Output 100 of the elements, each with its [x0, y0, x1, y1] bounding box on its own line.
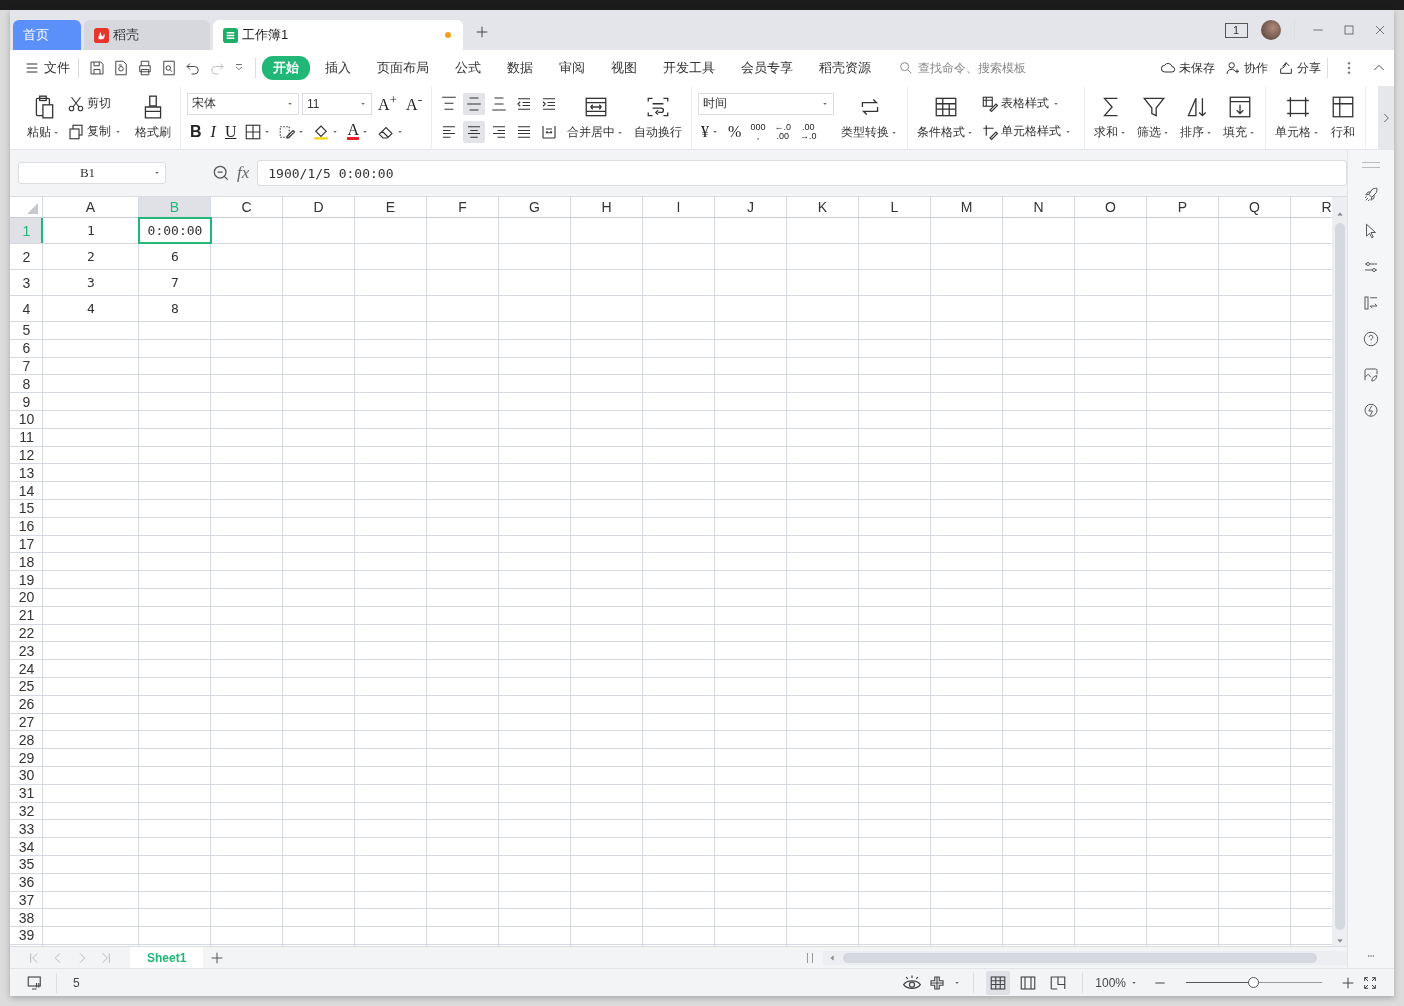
print-icon[interactable]	[136, 59, 154, 77]
row-header[interactable]: 36	[10, 873, 43, 891]
ribbon-button[interactable]: 剪切	[67, 94, 111, 113]
row-header[interactable]: 22	[10, 624, 43, 642]
ribbon-tab[interactable]: 公式	[444, 56, 492, 80]
row-header[interactable]: 10	[10, 411, 43, 428]
ribbon-button[interactable]: 条件格式	[914, 86, 978, 149]
format-button[interactable]: A$^{-}$	[403, 92, 426, 115]
column-header[interactable]: I	[643, 197, 715, 217]
column-header[interactable]: C	[211, 197, 283, 217]
column-header[interactable]: N	[1003, 197, 1075, 217]
ribbon-tab[interactable]: 稻壳资源	[808, 56, 882, 80]
row-header[interactable]: 2	[10, 244, 43, 269]
row-header[interactable]: 20	[10, 588, 43, 606]
macro-icon[interactable]	[26, 973, 44, 992]
row-header[interactable]: 16	[10, 517, 43, 535]
ribbon-button[interactable]: 合并居中	[564, 86, 628, 149]
row-header[interactable]: 24	[10, 660, 43, 677]
ribbon-tab[interactable]: 插入	[314, 56, 362, 80]
row-header[interactable]: 12	[10, 446, 43, 464]
row-header[interactable]: 21	[10, 606, 43, 624]
column-header[interactable]: K	[787, 197, 859, 217]
ribbon-button[interactable]: 单元格	[1272, 86, 1324, 149]
zoom-thumb[interactable]	[1248, 976, 1259, 988]
crosshair-icon[interactable]	[928, 973, 947, 992]
ribbon-tab[interactable]: 开发工具	[652, 56, 726, 80]
ribbon-tab[interactable]: 数据	[496, 56, 544, 80]
ribbon-button[interactable]: 排序	[1177, 86, 1217, 149]
row-header[interactable]: 27	[10, 713, 43, 731]
column-header[interactable]: G	[499, 197, 571, 217]
format-button[interactable]: %	[725, 120, 745, 143]
column-header[interactable]: M	[931, 197, 1003, 217]
row-header[interactable]: 4	[10, 296, 43, 321]
swap-icon[interactable]	[1362, 294, 1380, 312]
ribbon-button[interactable]: 填充	[1220, 86, 1260, 149]
scroll-up-icon[interactable]	[1334, 209, 1345, 219]
window-count[interactable]: 1	[1224, 22, 1248, 38]
row-header[interactable]: 19	[10, 571, 43, 588]
row-header[interactable]: 23	[10, 642, 43, 660]
row-header[interactable]: 9	[10, 393, 43, 410]
column-header[interactable]: E	[355, 197, 427, 217]
vertical-scrollbar[interactable]	[1332, 197, 1347, 946]
help-icon[interactable]	[1362, 330, 1380, 348]
window-tab[interactable]: 稻壳	[84, 20, 210, 50]
window-tab[interactable]: 工作簿1	[213, 20, 463, 50]
dropdown-field[interactable]: 11	[302, 92, 372, 115]
row-header[interactable]: 28	[10, 731, 43, 749]
row-header[interactable]: 17	[10, 535, 43, 553]
column-header[interactable]: H	[571, 197, 643, 217]
format-button[interactable]	[463, 120, 486, 143]
column-header[interactable]: J	[715, 197, 787, 217]
column-header[interactable]: D	[283, 197, 355, 217]
ribbon-button[interactable]: 筛选	[1134, 86, 1174, 149]
row-header[interactable]: 3	[10, 270, 43, 295]
save-icon[interactable]	[88, 59, 106, 77]
row-header[interactable]: 5	[10, 322, 43, 339]
column-header[interactable]: P	[1147, 197, 1219, 217]
file-menu[interactable]: 文件	[24, 59, 70, 77]
ribbon-button[interactable]: 单元格样式	[981, 122, 1073, 141]
ribbon-button[interactable]: 表格样式	[981, 94, 1061, 113]
toolbar-action[interactable]: 协作	[1225, 59, 1268, 77]
format-button[interactable]: U	[221, 120, 240, 143]
ribbon-tab[interactable]: 会员专享	[730, 56, 804, 80]
row-header[interactable]: 39	[10, 927, 43, 944]
ribbon-button[interactable]: 格式刷	[132, 86, 174, 149]
row-header[interactable]: 35	[10, 855, 43, 873]
row-header[interactable]: 38	[10, 909, 43, 927]
split-handle[interactable]	[807, 952, 813, 963]
row-header[interactable]: 26	[10, 695, 43, 713]
row-header[interactable]: 33	[10, 820, 43, 838]
ribbon-button[interactable]: 行和	[1327, 86, 1360, 149]
name-box[interactable]: B1	[18, 162, 166, 184]
format-button[interactable]: A	[344, 120, 372, 143]
formula-input[interactable]: 1900/1/5 0:00:00	[257, 160, 1347, 186]
format-button[interactable]: I	[207, 120, 219, 143]
row-header[interactable]: 15	[10, 499, 43, 517]
row-header[interactable]: 37	[10, 891, 43, 909]
row-header[interactable]: 7	[10, 357, 43, 375]
column-header[interactable]: L	[859, 197, 931, 217]
zoom-dropdown[interactable]: 100%	[1095, 975, 1138, 990]
row-header[interactable]: 11	[10, 428, 43, 446]
ribbon-tab[interactable]: 视图	[600, 56, 648, 80]
row-header[interactable]: 18	[10, 553, 43, 571]
ribbon-button[interactable]: 粘贴	[24, 86, 63, 149]
panel-grip[interactable]	[1362, 162, 1380, 168]
horizontal-scrollbar[interactable]	[823, 950, 1347, 965]
format-button[interactable]: ←.0 .00	[771, 120, 794, 143]
view-button[interactable]	[986, 970, 1011, 995]
ribbon-tab[interactable]: 页面布局	[366, 56, 440, 80]
row-header[interactable]: 29	[10, 749, 43, 766]
image-edit-icon[interactable]	[1362, 366, 1380, 384]
row-header[interactable]: 8	[10, 375, 43, 393]
command-search[interactable]: 查找命令、搜索模板	[898, 60, 1050, 76]
ribbon-button[interactable]: 自动换行	[631, 86, 686, 149]
ribbon-button[interactable]: 类型转换	[838, 86, 902, 149]
row-header[interactable]: 32	[10, 802, 43, 820]
dropdown-field[interactable]: 宋体	[187, 92, 299, 115]
row-header[interactable]: 25	[10, 677, 43, 695]
row-header[interactable]: 13	[10, 464, 43, 482]
dropdown-field[interactable]: 时间	[698, 92, 835, 115]
